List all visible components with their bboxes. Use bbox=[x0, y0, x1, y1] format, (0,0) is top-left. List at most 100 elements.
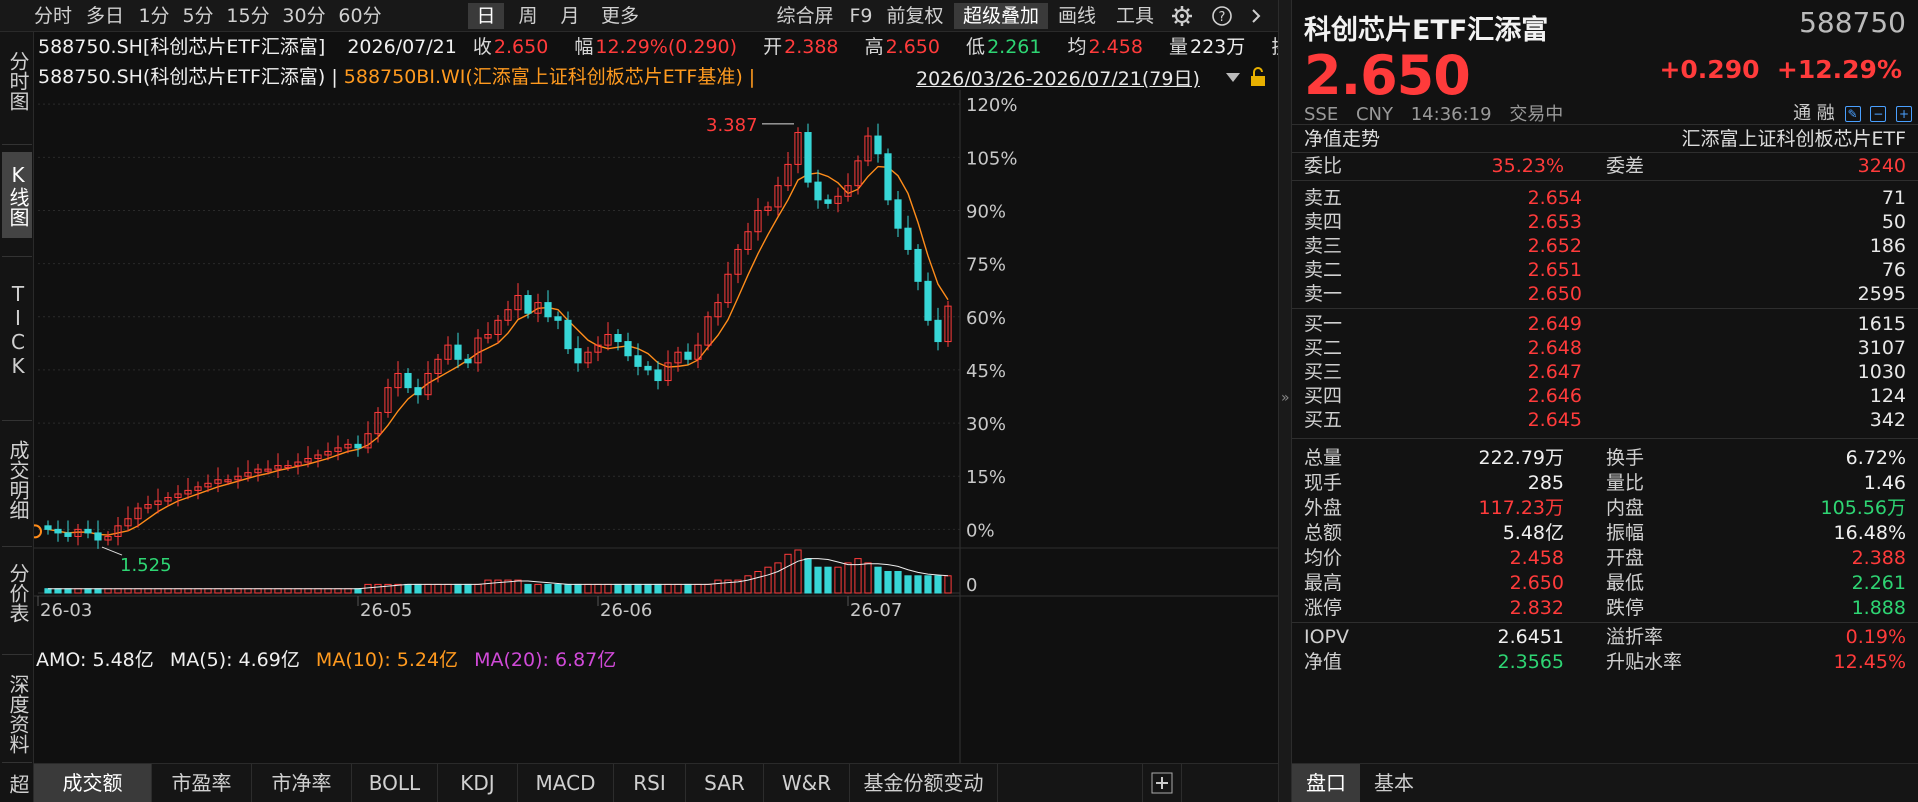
volume-bar bbox=[224, 588, 232, 594]
tools-button[interactable]: 工具 bbox=[1112, 3, 1158, 29]
volume-bar bbox=[784, 553, 792, 594]
period-60min[interactable]: 60分 bbox=[334, 3, 386, 29]
ask-row[interactable]: 卖五 2.654 71 bbox=[1292, 186, 1918, 210]
period-more[interactable]: 更多 bbox=[594, 3, 646, 29]
volume-bar bbox=[304, 588, 312, 594]
ask-label: 卖五 bbox=[1304, 187, 1343, 209]
tab-order-book[interactable]: 盘口 bbox=[1292, 764, 1360, 802]
candle-body bbox=[564, 319, 572, 350]
sidenav-depth-info[interactable]: 深度资料 bbox=[2, 658, 32, 770]
tab-rsi[interactable]: RSI bbox=[614, 764, 686, 802]
stat-label: 跌停 bbox=[1606, 597, 1645, 619]
date-range-selector[interactable]: 2026/03/26-2026/07/21(79日) bbox=[916, 64, 1200, 91]
volume-bar bbox=[354, 588, 362, 594]
stat-row: 均价 2.458 开盘 2.388 bbox=[1292, 546, 1918, 570]
bid-row[interactable]: 买四 2.646 124 bbox=[1292, 384, 1918, 408]
ask-volume: 71 bbox=[1881, 187, 1906, 209]
overlay-legend: 588750.SH(科创芯片ETF汇添富) | 588750BI.WI(汇添富上… bbox=[38, 63, 755, 91]
edit-icon[interactable]: ✎ bbox=[1844, 106, 1861, 122]
volume-bar bbox=[864, 562, 872, 594]
stat-value: 1.888 bbox=[1851, 597, 1906, 619]
super-overlay-button[interactable]: 超级叠加 bbox=[954, 3, 1048, 29]
period-day[interactable]: 日 bbox=[468, 3, 504, 29]
help-icon[interactable]: ? bbox=[1208, 3, 1236, 29]
ask-row[interactable]: 卖三 2.652 186 bbox=[1292, 234, 1918, 258]
candle-body bbox=[804, 132, 812, 183]
sidenav-super[interactable]: 超级 bbox=[2, 766, 32, 802]
bid-row[interactable]: 买五 2.645 342 bbox=[1292, 408, 1918, 432]
dropdown-arrow-icon[interactable] bbox=[1224, 70, 1242, 86]
ask-row[interactable]: 卖四 2.653 50 bbox=[1292, 210, 1918, 234]
period-month[interactable]: 月 bbox=[552, 3, 588, 29]
sidenav-price-table[interactable]: 分价表 bbox=[2, 550, 32, 636]
volume-bar bbox=[94, 588, 102, 594]
volume-bar bbox=[284, 588, 292, 594]
volume-bar bbox=[554, 583, 562, 594]
chevron-right-icon[interactable] bbox=[1244, 3, 1268, 29]
volume-bar bbox=[834, 566, 842, 594]
period-1min[interactable]: 1分 bbox=[134, 3, 174, 29]
draw-line-button[interactable]: 画线 bbox=[1054, 3, 1100, 29]
period-15min[interactable]: 15分 bbox=[222, 3, 274, 29]
volume-bar bbox=[344, 588, 352, 594]
plus-icon[interactable] bbox=[1142, 764, 1182, 802]
period-5min[interactable]: 5分 bbox=[178, 3, 218, 29]
sidenav-tick[interactable]: TICK bbox=[2, 260, 32, 400]
volume-bar bbox=[824, 566, 832, 594]
volume-bar bbox=[564, 583, 572, 594]
side-nav: 分时图 K线图 TICK 成交明细 分价表 深度资料 超级 bbox=[0, 32, 34, 802]
bid-label: 买五 bbox=[1304, 409, 1343, 431]
stat-label: 溢折率 bbox=[1606, 626, 1664, 648]
tab-pb[interactable]: 市净率 bbox=[252, 764, 352, 802]
volume-bar bbox=[194, 588, 202, 594]
sidenav-kline[interactable]: K线图 bbox=[2, 152, 32, 238]
tab-wr[interactable]: W&R bbox=[764, 764, 850, 802]
bid-row[interactable]: 买一 2.649 1615 bbox=[1292, 312, 1918, 336]
collapse-arrow-icon[interactable]: » bbox=[1281, 390, 1290, 406]
bid-price: 2.645 bbox=[1527, 409, 1582, 431]
f9-button[interactable]: F9 bbox=[846, 3, 876, 29]
bid-label: 买四 bbox=[1304, 385, 1343, 407]
composite-screen-button[interactable]: 综合屏 bbox=[770, 3, 840, 29]
tab-turnover[interactable]: 成交额 bbox=[34, 764, 152, 802]
tab-boll[interactable]: BOLL bbox=[352, 764, 438, 802]
volume-bar bbox=[744, 575, 752, 594]
indicator-tabs: 成交额 市盈率 市净率 BOLL KDJ MACD RSI SAR W&R 基金… bbox=[34, 763, 1278, 802]
net-value-trend-label[interactable]: 净值走势 bbox=[1304, 126, 1380, 152]
sidenav-intraday[interactable]: 分时图 bbox=[2, 38, 32, 124]
lock-icon[interactable] bbox=[1248, 66, 1268, 88]
stat-label: 量比 bbox=[1606, 472, 1645, 494]
panel-splitter[interactable]: » bbox=[1278, 0, 1292, 802]
tab-kdj[interactable]: KDJ bbox=[438, 764, 518, 802]
ask-row[interactable]: 卖一 2.650 2595 bbox=[1292, 282, 1918, 306]
add-icon[interactable]: + bbox=[1896, 106, 1912, 122]
net-value-row[interactable]: 净值走势 汇添富上证科创板芯片ETF bbox=[1292, 126, 1918, 152]
forward-adjust-button[interactable]: 前复权 bbox=[882, 3, 948, 29]
tab-macd[interactable]: MACD bbox=[518, 764, 614, 802]
volume-bar bbox=[924, 575, 932, 594]
close-label: 收 bbox=[472, 36, 492, 58]
bid-row[interactable]: 买二 2.648 3107 bbox=[1292, 336, 1918, 360]
period-intraday[interactable]: 分时 bbox=[30, 3, 76, 29]
gear-icon[interactable] bbox=[1168, 3, 1196, 29]
tab-pe[interactable]: 市盈率 bbox=[152, 764, 252, 802]
sidenav-trade-detail[interactable]: 成交明细 bbox=[2, 424, 32, 536]
volume-bar bbox=[704, 583, 712, 594]
ask-row[interactable]: 卖二 2.651 76 bbox=[1292, 258, 1918, 282]
volume-bar bbox=[364, 583, 372, 594]
overlay-benchmark-series[interactable]: 588750BI.WI(汇添富上证科创板芯片ETF基准) | bbox=[344, 66, 755, 88]
stat-label: 最低 bbox=[1606, 572, 1645, 594]
bid-row[interactable]: 买三 2.647 1030 bbox=[1292, 360, 1918, 384]
candle-body bbox=[874, 135, 882, 155]
volume-bar bbox=[214, 588, 222, 594]
minus-icon[interactable]: − bbox=[1870, 106, 1887, 122]
tab-sar[interactable]: SAR bbox=[686, 764, 764, 802]
stat-label: 涨停 bbox=[1304, 597, 1343, 619]
tab-fund-shares[interactable]: 基金份额变动 bbox=[850, 764, 998, 802]
candle-body bbox=[634, 355, 642, 367]
period-week[interactable]: 周 bbox=[510, 3, 546, 29]
overlay-main-series[interactable]: 588750.SH(科创芯片ETF汇添富) | bbox=[38, 66, 338, 88]
period-30min[interactable]: 30分 bbox=[278, 3, 330, 29]
tab-basic[interactable]: 基本 bbox=[1360, 764, 1428, 802]
period-multiday[interactable]: 多日 bbox=[82, 3, 128, 29]
